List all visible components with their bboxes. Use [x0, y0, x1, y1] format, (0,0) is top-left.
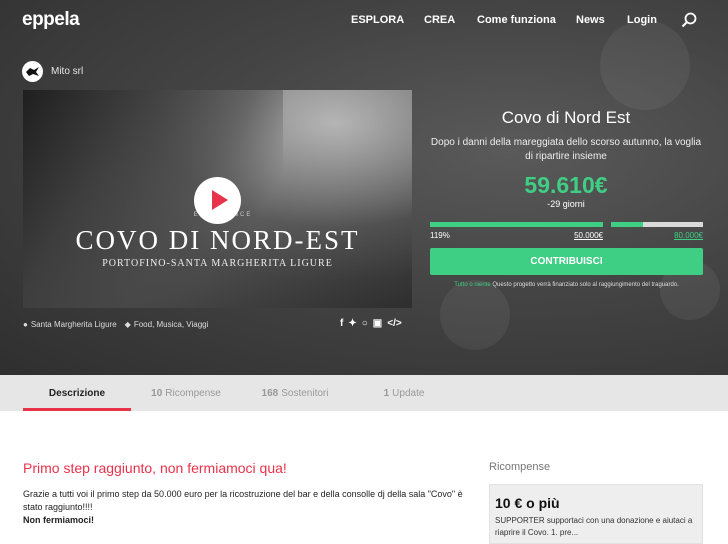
goal-step1[interactable]: 50.000€ [560, 231, 603, 240]
search-icon[interactable] [681, 12, 697, 28]
funding-note-text: Questo progetto verrà finanziato solo al… [492, 282, 679, 288]
description-body: Grazie a tutti voi il primo step da 50.0… [23, 488, 473, 527]
tab-descrizione[interactable]: Descrizione [23, 375, 131, 411]
nav-login[interactable]: Login [627, 14, 657, 26]
facebook-icon[interactable]: f [340, 318, 343, 329]
project-tags[interactable]: Food, Musica, Viaggi [134, 320, 209, 329]
video-title: COVO DI NORD-EST [75, 225, 360, 255]
tab-count: 1 [383, 387, 390, 399]
reward-amount: 10 € o più [495, 495, 560, 511]
eppela-logo[interactable]: eppela [22, 9, 80, 31]
tab-count: 168 [261, 387, 279, 399]
whatsapp-icon[interactable]: ○ [362, 318, 368, 329]
days-remaining: -29 giorni [547, 199, 585, 209]
tab-count: 10 [151, 387, 163, 399]
video-coast-backdrop [23, 90, 283, 308]
project-location[interactable]: Santa Margherita Ligure [31, 320, 117, 329]
funding-model-link[interactable]: Tutto o niente [454, 282, 490, 288]
description-text: Grazie a tutti voi il primo step da 50.0… [23, 489, 463, 512]
description-title: Primo step raggiunto, non fermiamoci qua… [23, 460, 287, 476]
funding-note: Tutto o niente Questo progetto verrà fin… [430, 282, 703, 288]
project-tabs: Descrizione 10 Ricompense 168 Sostenitor… [0, 375, 728, 411]
progress-bar-step2 [611, 222, 703, 227]
nav-come-funziona[interactable]: Come funziona [477, 14, 556, 26]
owner-avatar [22, 61, 43, 82]
flipboard-icon[interactable]: ▣ [373, 318, 382, 329]
project-hero: eppela ESPLORA CREA Come funziona News L… [0, 0, 728, 375]
tab-update[interactable]: 1 Update [372, 375, 436, 411]
funded-percent: 119% [430, 231, 450, 240]
project-meta: ● Santa Margherita Ligure ◆ Food, Musica… [23, 320, 208, 329]
play-button[interactable] [194, 177, 241, 224]
project-video[interactable]: EXPERIENCE COVO DI NORD-EST PORTOFINO-SA… [23, 90, 412, 308]
raised-amount: 59.610€ [524, 172, 608, 198]
project-title: Covo di Nord Est [501, 108, 631, 127]
location-pin-icon: ● [23, 320, 28, 329]
share-icons: f ✦ ○ ▣ </> [340, 318, 407, 329]
project-owner[interactable]: Mito srl [22, 61, 83, 82]
description-bold-text: Non fermiamoci! [23, 515, 95, 525]
project-description: Dopo i danni della mareggiata dello scor… [430, 137, 702, 162]
nav-esplora[interactable]: ESPLORA [351, 14, 404, 26]
video-subtitle: PORTOFINO-SANTA MARGHERITA LIGURE [102, 258, 333, 269]
tab-label: Ricompense [165, 387, 221, 399]
reward-description: SUPPORTER supportaci con una donazione e… [495, 516, 693, 537]
tab-ricompense[interactable]: 10 Ricompense [137, 375, 235, 411]
contribuisci-button[interactable]: CONTRIBUISCI [430, 248, 703, 275]
tab-label: Descrizione [48, 387, 106, 399]
nav-crea[interactable]: CREA [424, 14, 455, 26]
progress-fill-step1 [430, 222, 603, 227]
top-nav: eppela ESPLORA CREA Come funziona News L… [0, 0, 728, 40]
tab-sostenitori[interactable]: 168 Sostenitori [250, 375, 340, 411]
reward-card[interactable]: 10 € o più SUPPORTER supportaci con una … [489, 484, 703, 544]
owner-logo-icon [26, 67, 39, 76]
embed-icon[interactable]: </> [387, 318, 401, 329]
progress-bar-step1 [430, 222, 603, 227]
goal-step2[interactable]: 80.000€ [655, 231, 703, 240]
tab-label: Update [392, 387, 425, 399]
owner-name: Mito srl [51, 66, 84, 77]
nav-news[interactable]: News [576, 14, 605, 26]
twitter-icon[interactable]: ✦ [348, 318, 356, 329]
progress-fill-step2 [611, 222, 644, 227]
rewards-heading: Ricompense [489, 461, 551, 473]
bokeh-light [440, 280, 510, 350]
tag-icon: ◆ [124, 320, 131, 329]
tab-label: Sostenitori [281, 387, 329, 399]
